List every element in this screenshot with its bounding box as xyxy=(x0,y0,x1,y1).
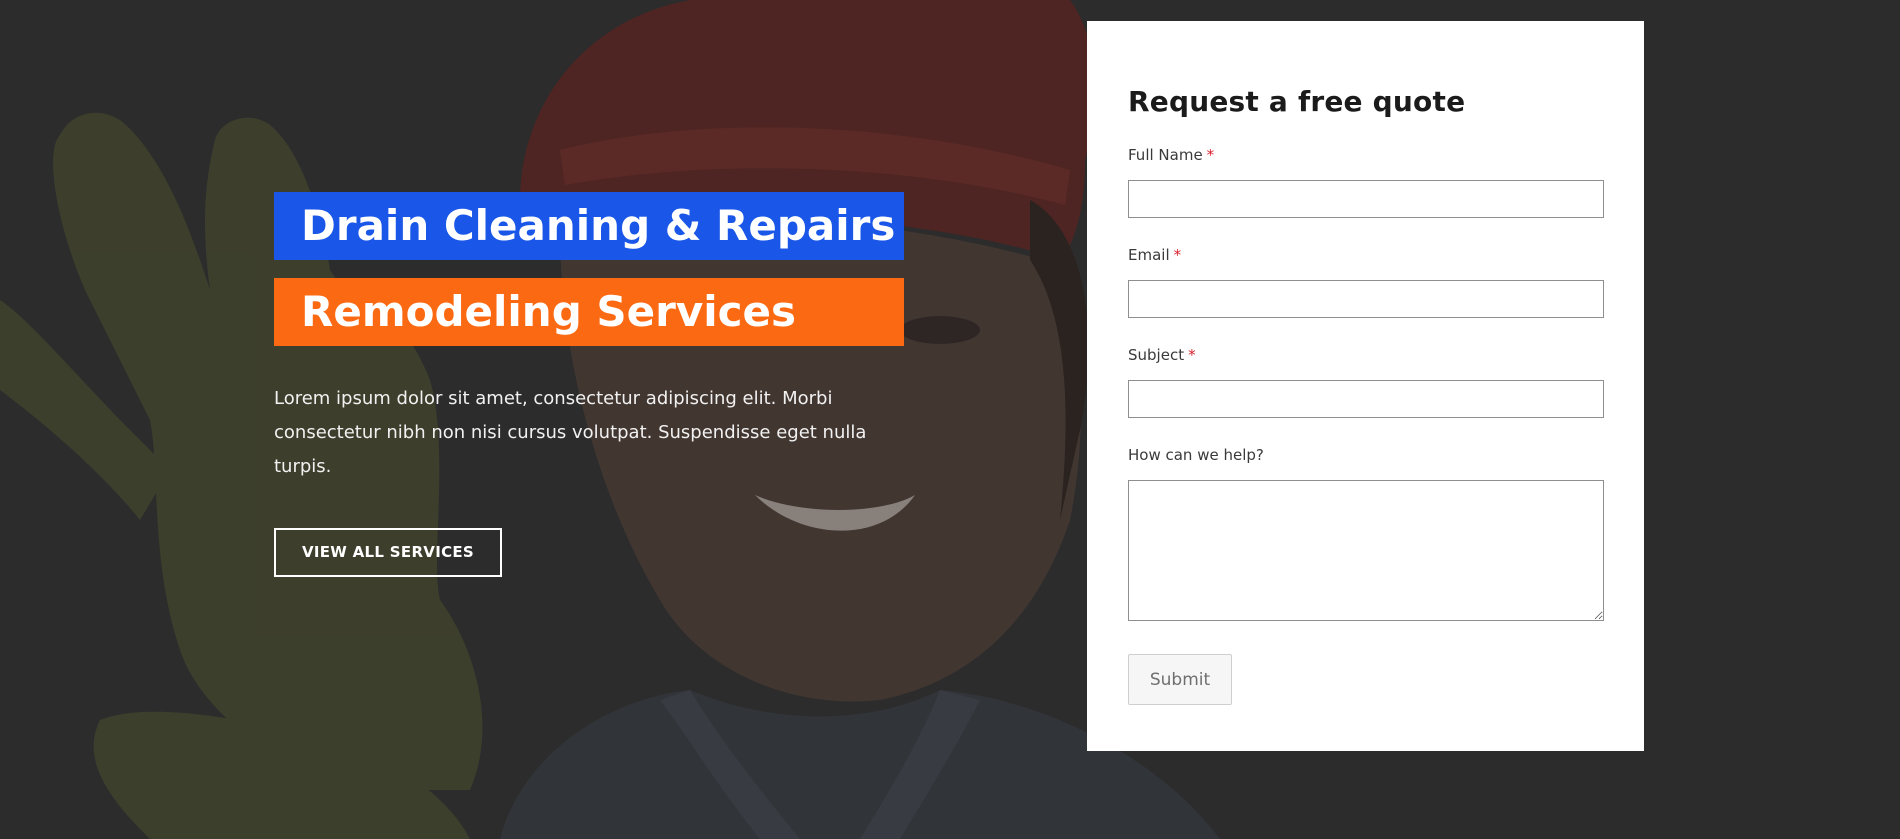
email-input[interactable] xyxy=(1128,280,1604,318)
view-all-services-button[interactable]: VIEW ALL SERVICES xyxy=(274,528,502,577)
subject-label-text: Subject xyxy=(1128,346,1185,364)
hero-description: Lorem ipsum dolor sit amet, consectetur … xyxy=(274,388,867,477)
email-label-text: Email xyxy=(1128,246,1170,264)
message-textarea[interactable] xyxy=(1128,480,1604,621)
quote-form-card: Request a free quote Full Name * Email * S… xyxy=(1087,21,1644,751)
headline-line-2: Remodeling Services xyxy=(274,278,904,346)
hero-section: Drain Cleaning & Repairs Remodeling Serv… xyxy=(0,0,1900,839)
subject-input[interactable] xyxy=(1128,380,1604,418)
required-mark: * xyxy=(1188,346,1196,364)
required-mark: * xyxy=(1206,146,1215,164)
full-name-input[interactable] xyxy=(1128,180,1604,218)
required-mark: * xyxy=(1173,246,1182,264)
message-label: How can we help? xyxy=(1128,446,1264,464)
headline-line-1: Drain Cleaning & Repairs xyxy=(274,192,904,260)
full-name-label-text: Full Name xyxy=(1128,146,1203,164)
quote-form-title: Request a free quote xyxy=(1128,85,1466,118)
hero-copy: Drain Cleaning & Repairs Remodeling Serv… xyxy=(274,192,914,577)
full-name-label: Full Name * xyxy=(1128,146,1603,164)
email-label: Email * xyxy=(1128,246,1603,264)
subject-label: Subject * xyxy=(1128,346,1603,364)
submit-button[interactable]: Submit xyxy=(1128,654,1232,705)
